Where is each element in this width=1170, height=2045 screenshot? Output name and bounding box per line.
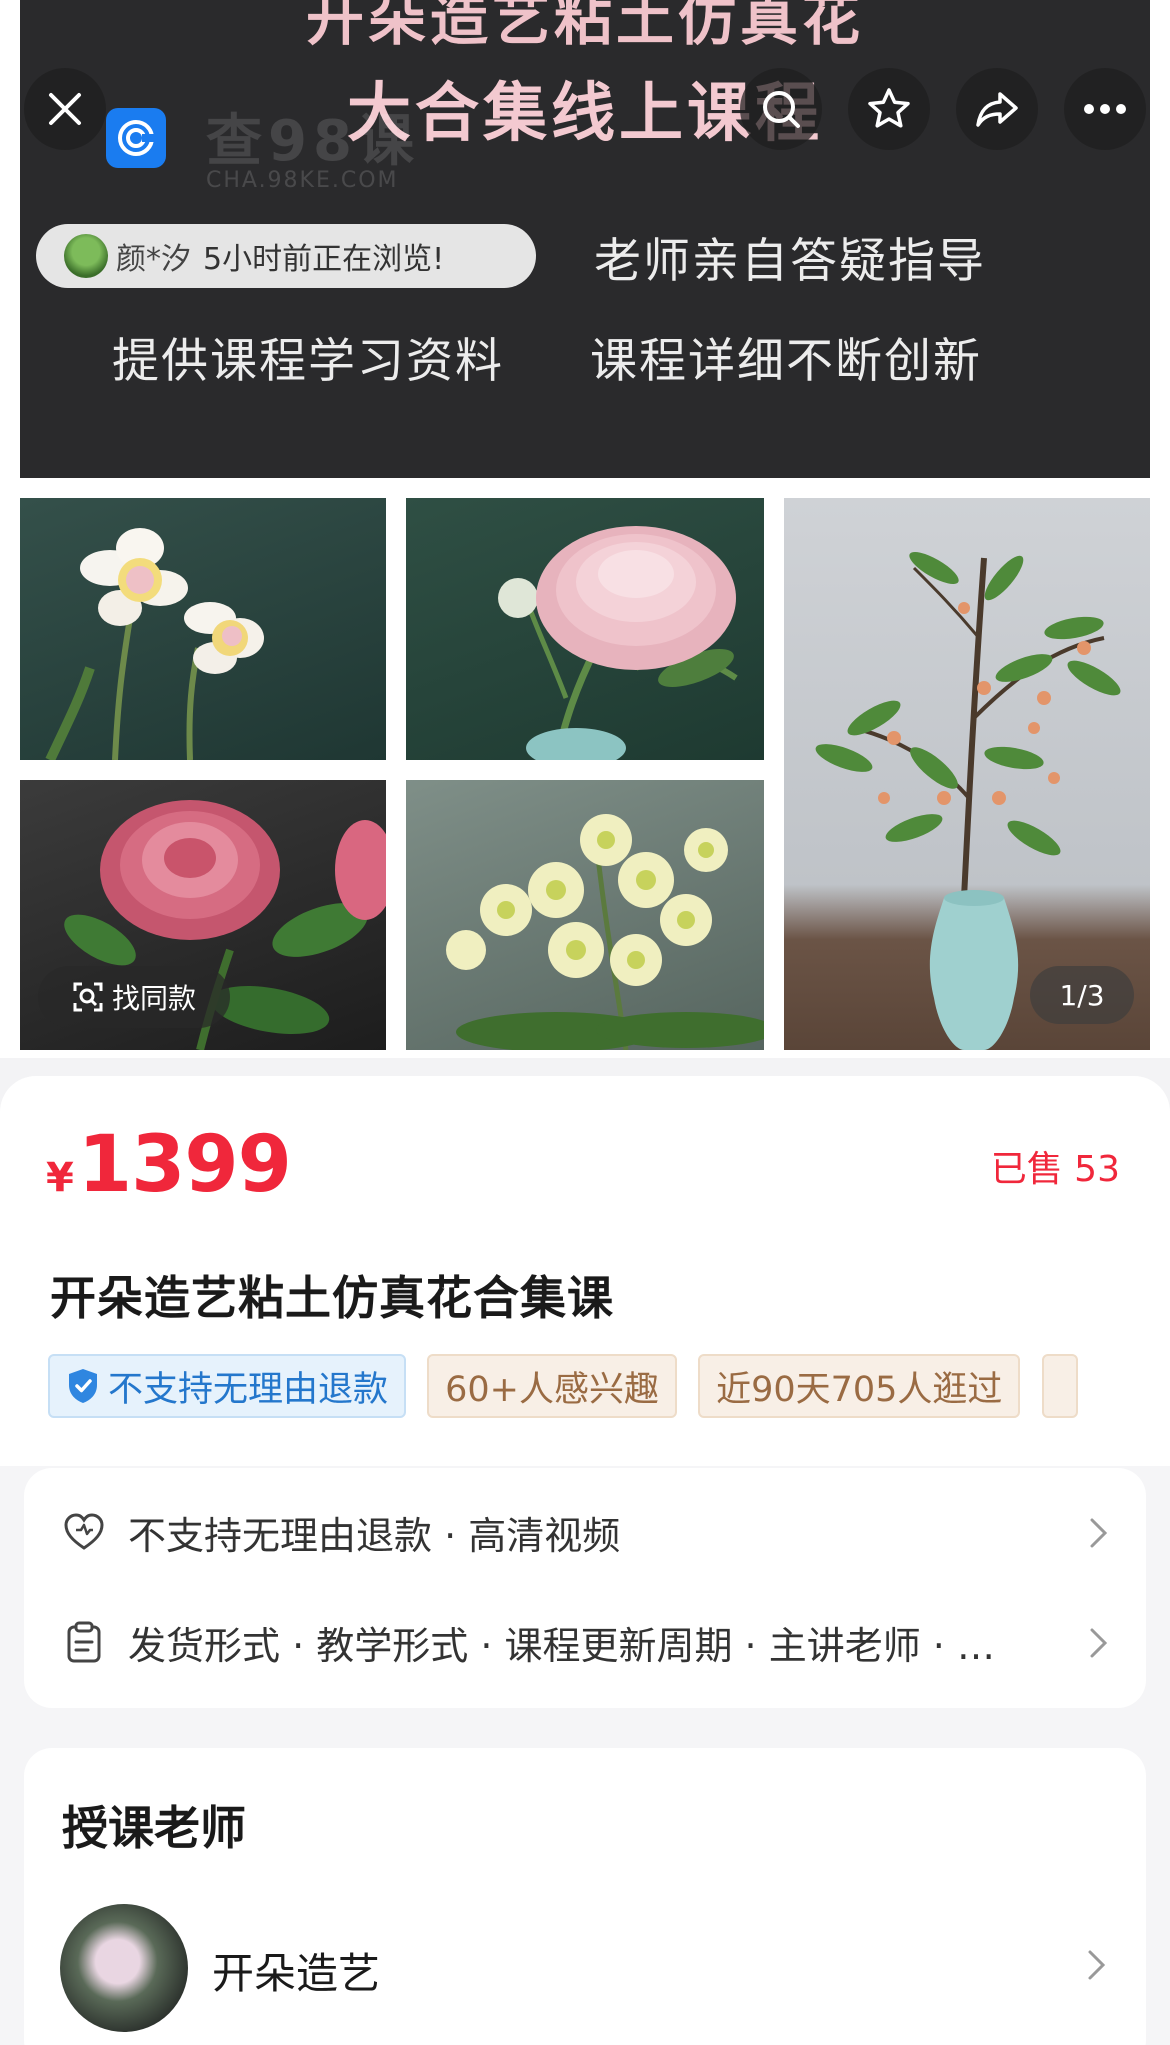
product-summary: ¥ 1399 已售 53 开朵造艺粘土仿真花合集课 不支持无理由退款 60+人感…	[0, 1076, 1170, 1466]
image-page-indicator: 1/3	[1030, 966, 1134, 1024]
banner-feature: 老师亲自答疑指导	[594, 234, 986, 289]
banner-feature: 提供课程学习资料	[112, 334, 504, 389]
gallery-image-orchid[interactable]	[406, 780, 764, 1050]
more-icon	[1084, 104, 1126, 114]
tag-row: 不支持无理由退款 60+人感兴趣 近90天705人逛过 ​	[48, 1354, 1122, 1420]
find-similar-label: 找同款	[111, 982, 196, 1015]
service-guarantee-row[interactable]: 不支持无理由退款 · 高清视频	[24, 1482, 1146, 1582]
share-button[interactable]	[956, 68, 1038, 150]
price-currency: ¥	[46, 1155, 74, 1201]
viewer-status: 5小时前正在浏览!	[203, 242, 445, 277]
more-tag: ​	[1041, 1354, 1078, 1418]
teacher-section-title: 授课老师	[62, 1801, 246, 1855]
service-card: 不支持无理由退款 · 高清视频 发货形式 · 教学形式 · 课程更新周期 · 主…	[24, 1468, 1146, 1708]
watermark-sub: CHA.98KE.COM	[206, 168, 399, 193]
search-icon	[763, 91, 800, 128]
share-icon	[976, 92, 1018, 127]
gallery-image-peony[interactable]	[406, 498, 764, 760]
viewer-name: 颜*汐	[116, 242, 191, 277]
star-icon	[868, 88, 910, 128]
more-button[interactable]	[1064, 68, 1146, 150]
teacher-avatar	[60, 1904, 188, 2032]
chevron-right-icon	[1090, 1518, 1108, 1548]
recent-viewer-pill: 颜*汐 5小时前正在浏览!	[36, 224, 536, 288]
chevron-right-icon	[1088, 1950, 1106, 1980]
visits-tag: 近90天705人逛过	[698, 1354, 1021, 1418]
banner: 开朵造艺粘土仿真花 大合集线上课程 查98课 CHA.98KE.COM 老师亲自…	[0, 0, 1170, 482]
refund-policy-label: 不支持无理由退款	[108, 1369, 389, 1410]
search-button[interactable]	[740, 68, 822, 150]
teacher-item[interactable]: 开朵造艺	[60, 1904, 1110, 2034]
shield-icon	[69, 1369, 97, 1403]
chevron-right-icon	[1090, 1628, 1108, 1658]
watermark-logo: 查98课	[206, 109, 420, 174]
viewer-avatar	[64, 234, 108, 278]
image-gallery: 找同款 1/3	[0, 482, 1170, 1058]
sold-count: 已售 53	[990, 1149, 1120, 1190]
favorite-button[interactable]	[848, 68, 930, 150]
price-value: 1399	[77, 1120, 292, 1210]
banner-feature: 课程详细不断创新	[590, 334, 982, 389]
peony-image	[498, 526, 738, 760]
service-params-row[interactable]: 发货形式 · 教学形式 · 课程更新周期 · 主讲老师 · …	[24, 1592, 1146, 1692]
refund-policy-tag[interactable]: 不支持无理由退款	[48, 1354, 407, 1418]
close-icon	[49, 93, 81, 125]
scan-icon	[73, 982, 103, 1012]
close-button[interactable]	[24, 68, 106, 150]
price: ¥ 1399	[46, 1120, 292, 1210]
daffodil-image	[45, 528, 264, 760]
banner-headline-line1: 开朵造艺粘土仿真花	[305, 0, 864, 53]
product-info: ¥ 1399 已售 53 开朵造艺粘土仿真花合集课 不支持无理由退款 60+人感…	[0, 1076, 1170, 2045]
interest-tag: 60+人感兴趣	[427, 1354, 677, 1418]
product-title: 开朵造艺粘土仿真花合集课	[50, 1271, 614, 1325]
app-logo	[106, 108, 166, 168]
heart-guarantee-icon	[64, 1513, 104, 1550]
service-guarantee-text: 不支持无理由退款 · 高清视频	[128, 1513, 621, 1558]
teacher-name: 开朵造艺	[212, 1949, 381, 1998]
app-logo-icon	[118, 120, 154, 156]
gallery-image-daffodil[interactable]	[20, 498, 386, 760]
service-params-text: 发货形式 · 教学形式 · 课程更新周期 · 主讲老师 · …	[128, 1623, 995, 1668]
clipboard-icon	[67, 1621, 101, 1663]
orchid-image	[446, 814, 764, 1050]
find-similar-button[interactable]: 找同款	[38, 966, 230, 1028]
